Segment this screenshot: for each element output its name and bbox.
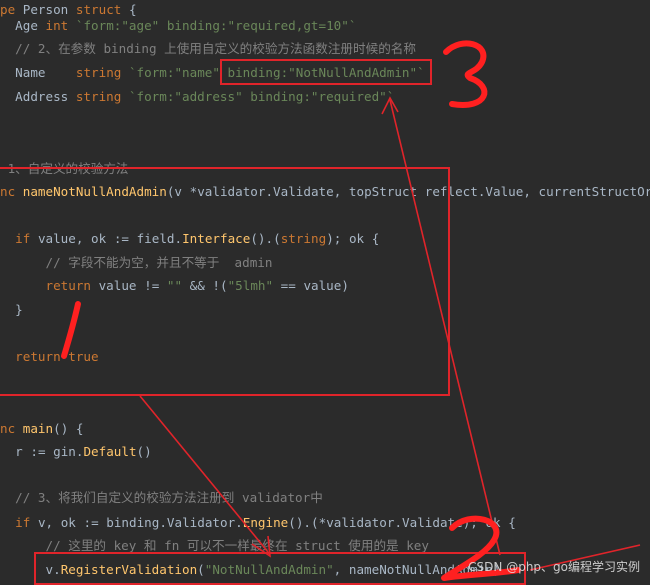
code-token: Name — [15, 65, 46, 80]
code-line: Age int `form:"age" binding:"required,gt… — [0, 16, 356, 36]
code-token: Value — [485, 184, 524, 199]
code-token: ok — [60, 515, 76, 530]
code-token: // 3、将我们自定义的校验方法注册到 validator中 — [0, 490, 323, 505]
code-token: Person — [22, 2, 69, 17]
code-token: . — [159, 515, 167, 530]
code-token: Validator — [166, 515, 236, 530]
code-token: Engine — [242, 515, 289, 530]
code-token: () — [53, 421, 69, 436]
code-token: validator — [326, 515, 395, 530]
code-token: string — [75, 65, 122, 80]
code-line: if v, ok := binding.Validator.Engine().(… — [0, 513, 516, 533]
code-editor[interactable]: pe Person struct {pe Person struct { Age… — [0, 0, 650, 585]
code-token: { — [508, 515, 516, 530]
code-token: struct — [75, 2, 122, 17]
code-line: Address string `form:"address" binding:"… — [0, 87, 394, 107]
code-token: `form:"address" binding:"required"` — [128, 89, 395, 104]
code-token: int — [45, 18, 69, 33]
annotation-box-register — [34, 552, 526, 585]
code-token: pe — [0, 2, 16, 17]
code-token: binding — [106, 515, 160, 530]
code-token: nc — [0, 421, 16, 436]
code-token: Validate — [402, 515, 463, 530]
code-token: := — [83, 515, 99, 530]
code-token: { — [75, 421, 84, 436]
code-token: v — [37, 515, 46, 530]
code-token: { — [128, 2, 137, 17]
code-line: // 3、将我们自定义的校验方法注册到 validator中 // 3、将我们自… — [0, 488, 323, 508]
code-token: . — [394, 515, 403, 530]
code-token: Default — [83, 444, 137, 459]
code-token: `form:"age" binding:"required,gt=10"` — [75, 18, 357, 33]
code-token: Age — [15, 18, 38, 33]
watermark: CSDN @php、go编程学习实例 — [468, 560, 640, 574]
annotation-box-custom-func — [0, 167, 450, 396]
code-token: ); — [462, 515, 478, 530]
code-token: ().(* — [288, 515, 327, 530]
code-token: currentStructOr — [538, 184, 650, 199]
code-token: string — [75, 89, 122, 104]
handwritten-three — [443, 40, 488, 108]
code-token: main — [22, 421, 54, 436]
code-line: // 2、在参数 binding 上使用自定义的校验方法函数注册时候的名称 //… — [0, 39, 416, 59]
code-token: , — [45, 515, 54, 530]
code-token: . — [235, 515, 243, 530]
code-token: // 这里的 key 和 fn 可以不一样最终在 struct 使用的是 key — [0, 538, 429, 553]
code-line: nc main() {nc main() { — [0, 419, 83, 439]
code-token: if — [15, 515, 31, 530]
code-token: Address — [15, 89, 69, 104]
code-token: ok — [485, 515, 501, 530]
code-token: := — [30, 444, 46, 459]
annotation-box-binding-tag — [220, 59, 432, 85]
code-token: , — [523, 184, 531, 199]
code-token: () — [136, 444, 152, 459]
code-line: r := gin.Default() r := gin.Default() — [0, 442, 152, 462]
code-token: r — [15, 444, 23, 459]
code-token: // 2、在参数 binding 上使用自定义的校验方法函数注册时候的名称 — [0, 41, 416, 56]
code-token: gin — [53, 444, 76, 459]
